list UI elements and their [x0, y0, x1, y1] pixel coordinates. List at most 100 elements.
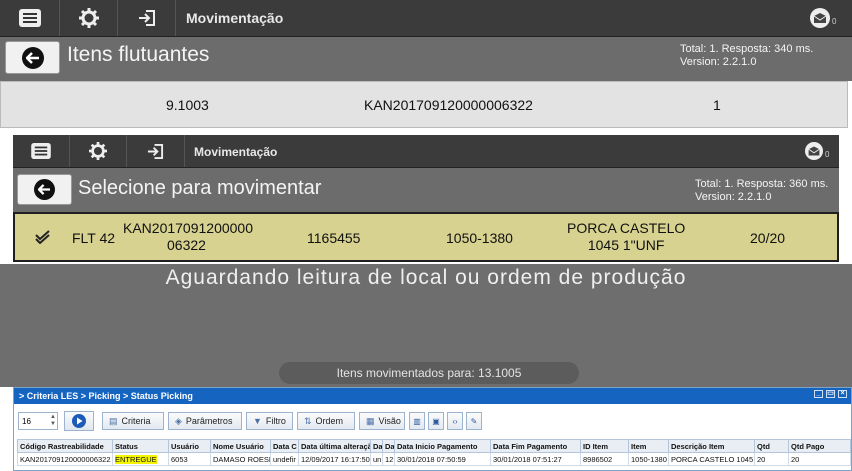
picking-table: Código Rastreabilidade Status Usuário No… — [17, 439, 851, 466]
visao-label: Visão — [378, 416, 401, 426]
sort-icon: ⇅ — [304, 415, 312, 426]
messages-button-2[interactable]: 0 — [805, 142, 829, 160]
column-header[interactable]: Código Rastreabilidade — [17, 439, 113, 453]
header-area-1: Itens flutuantes Total: 1. Resposta: 340… — [0, 37, 852, 81]
column-header[interactable]: Nome Usuário — [210, 439, 271, 453]
close-icon[interactable]: × — [838, 390, 847, 398]
column-header[interactable]: Data Inicio Pagamento — [394, 439, 491, 453]
status-picking-window: > Criteria LES > Picking > Status Pickin… — [13, 387, 852, 471]
description-line-2: 1045 1"UNF — [587, 237, 665, 253]
description-line-1: PORCA CASTELO — [567, 220, 686, 236]
back-button[interactable] — [5, 41, 60, 74]
code-icon[interactable]: ‹› — [447, 412, 463, 430]
export-icon[interactable]: ▥ — [409, 412, 425, 430]
settings-button-2[interactable] — [70, 135, 127, 167]
kanban-line-1: KAN2017091200000 — [123, 220, 254, 236]
table-cell: 8986502 — [580, 452, 629, 466]
column-header[interactable]: Descrição Item — [668, 439, 755, 453]
gear-icon — [78, 8, 99, 28]
status-cell: ENTREGUE — [112, 452, 169, 466]
table-cell: 20 — [754, 452, 789, 466]
menu-button[interactable] — [0, 0, 60, 36]
criteria-button[interactable]: ▤ Criteria — [102, 412, 164, 430]
filtro-label: Filtro — [265, 416, 286, 426]
header-area-2: Selecione para movimentar Total: 1. Resp… — [13, 168, 839, 212]
table-cell: PORCA CASTELO 1045 1 — [668, 452, 755, 466]
kanban-line-2: 06322 — [167, 237, 206, 253]
settings-icon[interactable]: ✎ — [466, 412, 482, 430]
column-header[interactable]: Qtd — [754, 439, 789, 453]
page-size-select[interactable]: 16 ▲ ▼ — [18, 412, 58, 430]
table-cell: un — [370, 452, 383, 466]
arrow-left-icon — [25, 51, 39, 64]
ordem-button[interactable]: ⇅ Ordem — [297, 412, 355, 430]
page-title-2: Selecione para movimentar — [78, 177, 322, 199]
column-header[interactable]: Da — [370, 439, 383, 453]
page-title: Itens flutuantes — [67, 43, 210, 66]
restore-icon[interactable]: ▭ — [826, 390, 835, 398]
parametros-button[interactable]: ◈ Parâmetros — [168, 412, 242, 430]
kanban-cell: KAN2017091200000 06322 — [123, 220, 253, 254]
table-header-row: Código Rastreabilidade Status Usuário No… — [17, 439, 851, 453]
response-info: Total: 1. Resposta: 340 ms. Version: 2.2… — [680, 43, 832, 69]
total-response: Total: 1. Resposta: 360 ms. — [695, 178, 829, 190]
sign-in-icon — [147, 143, 164, 159]
minimize-icon[interactable]: _ — [814, 390, 823, 398]
table-cell: 6053 — [168, 452, 211, 466]
column-header[interactable]: Usuário — [168, 439, 211, 453]
mail-icon — [810, 8, 830, 28]
response-info-2: Total: 1. Resposta: 360 ms. Version: 2.2… — [695, 178, 835, 204]
column-header[interactable]: Da — [382, 439, 395, 453]
ordem-label: Ordem — [315, 416, 344, 426]
save-icon[interactable]: ▣ — [428, 412, 444, 430]
selectable-row[interactable]: FLT 42 KAN2017091200000 06322 1165455 10… — [13, 212, 839, 262]
column-header[interactable]: Item — [628, 439, 669, 453]
parametros-label: Parâmetros — [185, 416, 233, 426]
column-header[interactable]: ID Item — [580, 439, 629, 453]
menu-button-2[interactable] — [13, 135, 70, 167]
breadcrumb: > Criteria LES > Picking > Status Pickin… — [19, 391, 193, 401]
column-header[interactable]: Data Fim Pagamento — [490, 439, 581, 453]
total-response: Total: 1. Resposta: 340 ms. — [680, 43, 814, 55]
column-header[interactable]: Status — [112, 439, 169, 453]
column-header[interactable]: Qtd Pago — [788, 439, 851, 453]
range-cell: 1050-1380 — [446, 230, 513, 246]
table-cell: 30/01/2018 07:50:59 — [394, 452, 491, 466]
menu-icon — [31, 143, 51, 159]
login-button[interactable] — [118, 0, 176, 36]
criteria-label: Criteria — [121, 416, 151, 426]
gear-icon — [89, 142, 107, 160]
messages-button[interactable]: 0 — [810, 8, 836, 28]
play-icon — [72, 414, 86, 428]
window-titlebar: > Criteria LES > Picking > Status Pickin… — [14, 388, 851, 404]
view-icon: ▦ — [366, 415, 375, 426]
mail-count: 0 — [825, 149, 830, 159]
menu-icon — [18, 9, 41, 27]
column-header[interactable]: Data C — [270, 439, 299, 453]
table-cell: 20 — [788, 452, 851, 466]
filtro-button[interactable]: ▼ Filtro — [246, 412, 293, 430]
spinner-icon[interactable]: ▲ ▼ — [50, 414, 56, 428]
back-button-2[interactable] — [17, 174, 72, 205]
mail-icon — [805, 142, 823, 160]
filter-icon: ▼ — [253, 416, 262, 426]
run-button[interactable] — [64, 411, 94, 431]
table-row[interactable]: KAN201709120000006322 ENTREGUE 6053 DAMA… — [17, 452, 851, 466]
flt-cell: FLT 42 — [72, 230, 116, 246]
window-toolbar: 16 ▲ ▼ ▤ Criteria ◈ Parâmetros ▼ Filtro ⇅ Ord… — [18, 411, 485, 431]
table-cell: 12/09/2017 16:17:50 — [298, 452, 371, 466]
visao-button[interactable]: ▦ Visão — [359, 412, 405, 430]
login-button-2[interactable] — [127, 135, 185, 167]
check-icon — [35, 230, 50, 244]
table-cell: undefir — [270, 452, 299, 466]
column-header[interactable]: Data última alteração — [298, 439, 371, 453]
quantity-cell: 20/20 — [750, 230, 786, 246]
top-toolbar-1: Movimentação 0 — [0, 0, 852, 37]
list-item[interactable]: 9.1003 KAN201709120000006322 1 — [0, 81, 848, 128]
table-cell: KAN201709120000006322 — [17, 452, 113, 466]
status-message: Aguardando leitura de local ou ordem de … — [165, 266, 687, 289]
criteria-icon: ▤ — [109, 415, 118, 426]
top-toolbar-2: Movimentação 0 — [13, 135, 839, 168]
table-cell: DAMASO ROESE — [210, 452, 271, 466]
settings-button[interactable] — [60, 0, 118, 36]
